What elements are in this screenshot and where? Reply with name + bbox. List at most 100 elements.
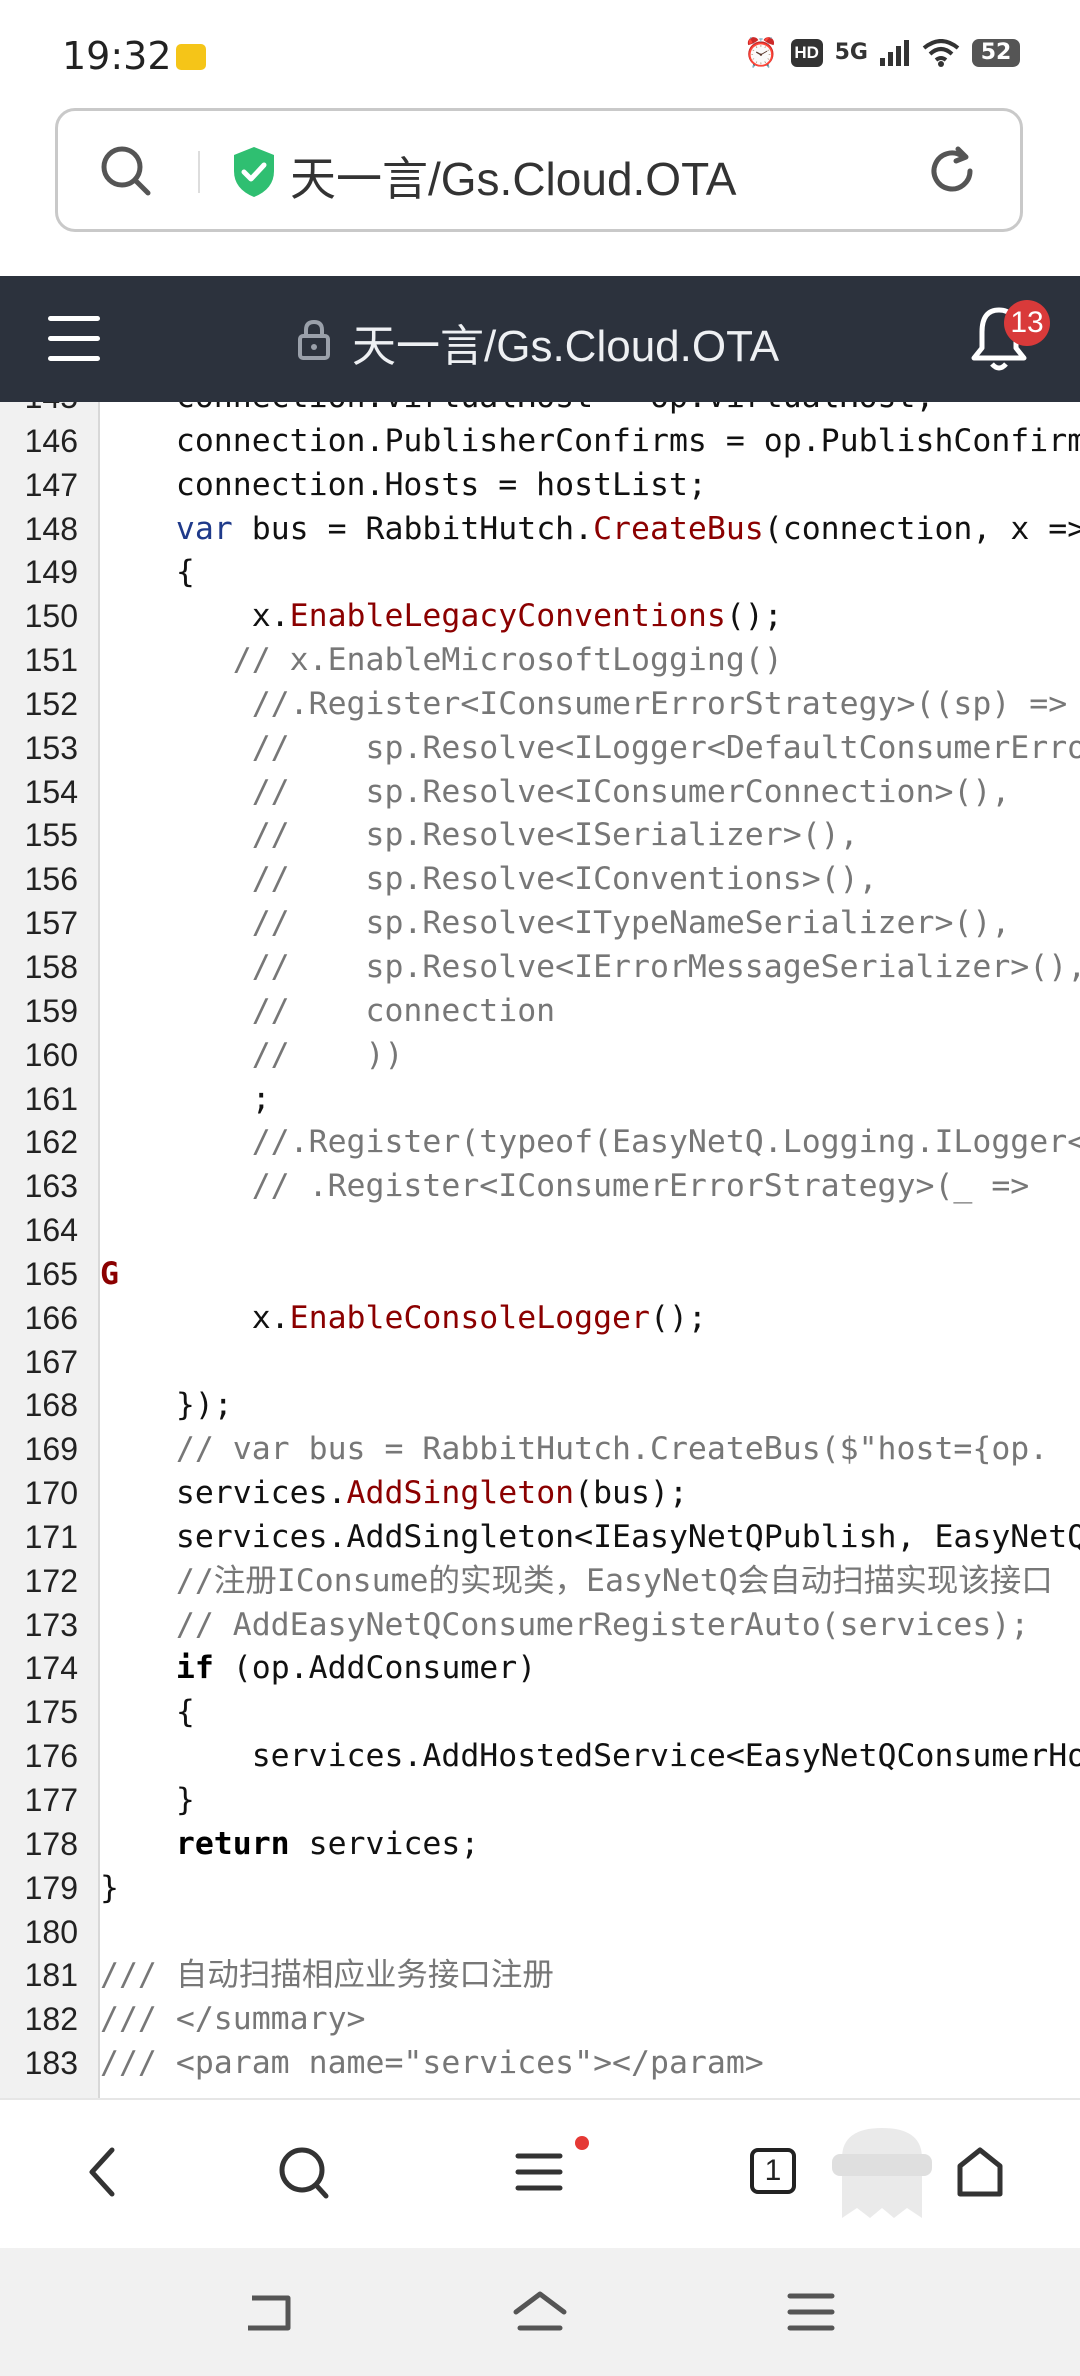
line-text: // sp.Resolve<IErrorMessageSerializer>()… <box>100 948 1080 985</box>
alarm-icon: ⏰ <box>743 36 779 69</box>
hd-icon: HD <box>790 38 823 67</box>
line-text: //注册IConsume的实现类，EasyNetQ会自动扫描实现该接口 <box>100 1562 1053 1599</box>
search-icon[interactable] <box>98 143 154 199</box>
line-number: 161 <box>24 1080 78 1117</box>
line-text: // var bus = RabbitHutch.CreateBus($"hos… <box>100 1431 1049 1468</box>
line-number: 155 <box>24 817 78 854</box>
network-5g-icon: 5G <box>834 40 868 65</box>
line-text: /// 自动扫描相应业务接口注册 <box>100 1957 554 1994</box>
line-text: //.Register<IConsumerErrorStrategy>((sp)… <box>100 685 1068 722</box>
system-home-icon[interactable] <box>510 2288 570 2336</box>
line-number: 164 <box>24 1212 78 1249</box>
line-text: // AddEasyNetQConsumerRegisterAuto(servi… <box>100 1606 1030 1643</box>
line-text: G <box>100 1255 119 1292</box>
line-number: 151 <box>24 642 78 679</box>
line-number: 160 <box>24 1036 78 1073</box>
line-number: 182 <box>24 2001 78 2038</box>
system-recents-icon[interactable] <box>786 2288 836 2336</box>
line-number: 176 <box>24 1738 78 1775</box>
line-number: 153 <box>24 729 78 766</box>
line-text: var bus = RabbitHutch.CreateBus(connecti… <box>175 510 1080 547</box>
line-text: return services; <box>175 1825 480 1862</box>
line-text: } <box>100 1782 195 1818</box>
menu-notification-dot <box>575 2136 589 2150</box>
line-number: 162 <box>24 1124 78 1161</box>
line-number: 173 <box>24 1606 78 1643</box>
line-text: connection.VirtualHost = op.VirtualHost; <box>100 402 935 420</box>
line-number: 146 <box>24 422 78 459</box>
line-number: 166 <box>24 1299 78 1336</box>
line-text: services.AddSingleton<IEasyNetQPublish, … <box>175 1518 1080 1555</box>
line-text: /// </summary> <box>100 2001 366 2038</box>
line-number: 177 <box>24 1782 78 1818</box>
line-number: 174 <box>24 1650 78 1687</box>
line-text: x.EnableLegacyConventions(); <box>100 598 783 635</box>
line-text: }); <box>100 1387 233 1424</box>
line-number: 149 <box>24 554 78 591</box>
line-text: // sp.Resolve<IConsumerConnection>(), <box>100 773 1011 810</box>
line-number: 170 <box>24 1475 78 1512</box>
line-number: 172 <box>24 1562 78 1599</box>
menu-icon[interactable] <box>48 316 100 362</box>
line-text: // )) <box>100 1036 404 1073</box>
line-number: 159 <box>24 992 78 1029</box>
line-number: 158 <box>24 948 78 985</box>
line-number: 163 <box>24 1168 78 1205</box>
line-text: { <box>100 554 195 591</box>
menu-list-icon[interactable] <box>514 2142 564 2202</box>
line-text: services.AddSingleton(bus); <box>100 1475 688 1512</box>
line-text: connection.PublisherConfirms = op.Publis… <box>100 422 1080 459</box>
line-number: 179 <box>24 1869 78 1906</box>
system-back-icon[interactable] <box>242 2288 298 2336</box>
signal-icon <box>880 39 909 66</box>
repo-header: 天一言/Gs.Cloud.OTA <box>0 276 1080 402</box>
wifi-icon <box>922 38 960 67</box>
line-number: 171 <box>24 1518 78 1555</box>
line-text: if (op.AddConsumer) <box>175 1650 537 1687</box>
line-number: 180 <box>24 1913 78 1950</box>
line-text: // x.EnableMicrosoftLogging() <box>100 642 783 679</box>
line-number: 167 <box>24 1343 78 1380</box>
status-bar: 19:32 ⏰ HD 5G 52 <box>0 0 1080 100</box>
line-text: { <box>100 1694 195 1731</box>
line-text: /// <param name="services"></param> <box>100 2045 764 2082</box>
line-number: 154 <box>24 773 78 810</box>
tabs-icon[interactable]: 1 <box>750 2148 796 2194</box>
line-text: services.AddHostedService<EasyNetQConsum… <box>251 1738 1080 1775</box>
line-number: 156 <box>24 861 78 898</box>
shield-check-icon <box>234 147 274 197</box>
line-number: 147 <box>24 466 78 503</box>
address-bar[interactable]: 天一言/Gs.Cloud.OTA <box>55 108 1023 232</box>
repo-title[interactable]: 天一言/Gs.Cloud.OTA <box>352 310 779 374</box>
line-text: x.EnableConsoleLogger(); <box>100 1299 707 1336</box>
line-text: ; <box>100 1080 271 1117</box>
line-number: 152 <box>24 685 78 722</box>
line-number: 178 <box>24 1825 78 1862</box>
reload-icon[interactable] <box>924 143 980 199</box>
line-number: 168 <box>24 1387 78 1424</box>
line-text: // sp.Resolve<ILogger<DefaultConsumerErr… <box>251 729 1080 766</box>
ghost-icon <box>832 2128 932 2218</box>
battery-level: 52 <box>972 38 1020 67</box>
tabs-count: 1 <box>764 2154 782 2187</box>
status-icons: ⏰ HD 5G 52 <box>744 36 1020 69</box>
code-view: 145 connection.VirtualHost = op.VirtualH… <box>0 402 1080 2098</box>
line-number: 145 <box>0 402 78 420</box>
address-separator <box>198 151 200 193</box>
line-number: 183 <box>24 2045 78 2082</box>
address-url[interactable]: 天一言/Gs.Cloud.OTA <box>290 143 736 209</box>
home-icon[interactable] <box>954 2142 1006 2202</box>
line-text: connection.Hosts = hostList; <box>100 466 707 503</box>
line-text: // connection <box>100 992 556 1029</box>
mail-notification-icon <box>176 44 206 70</box>
line-number: 169 <box>24 1431 78 1468</box>
back-icon[interactable] <box>82 2142 122 2202</box>
status-time: 19:32 <box>62 34 172 78</box>
search-icon[interactable] <box>276 2142 332 2202</box>
line-number: 148 <box>24 510 78 547</box>
line-number: 150 <box>24 598 78 635</box>
line-number: 175 <box>24 1694 78 1731</box>
system-nav-bar <box>0 2248 1080 2376</box>
lock-icon <box>298 319 330 360</box>
line-text: //.Register(typeof(EasyNetQ.Logging.ILog… <box>100 1124 1080 1161</box>
